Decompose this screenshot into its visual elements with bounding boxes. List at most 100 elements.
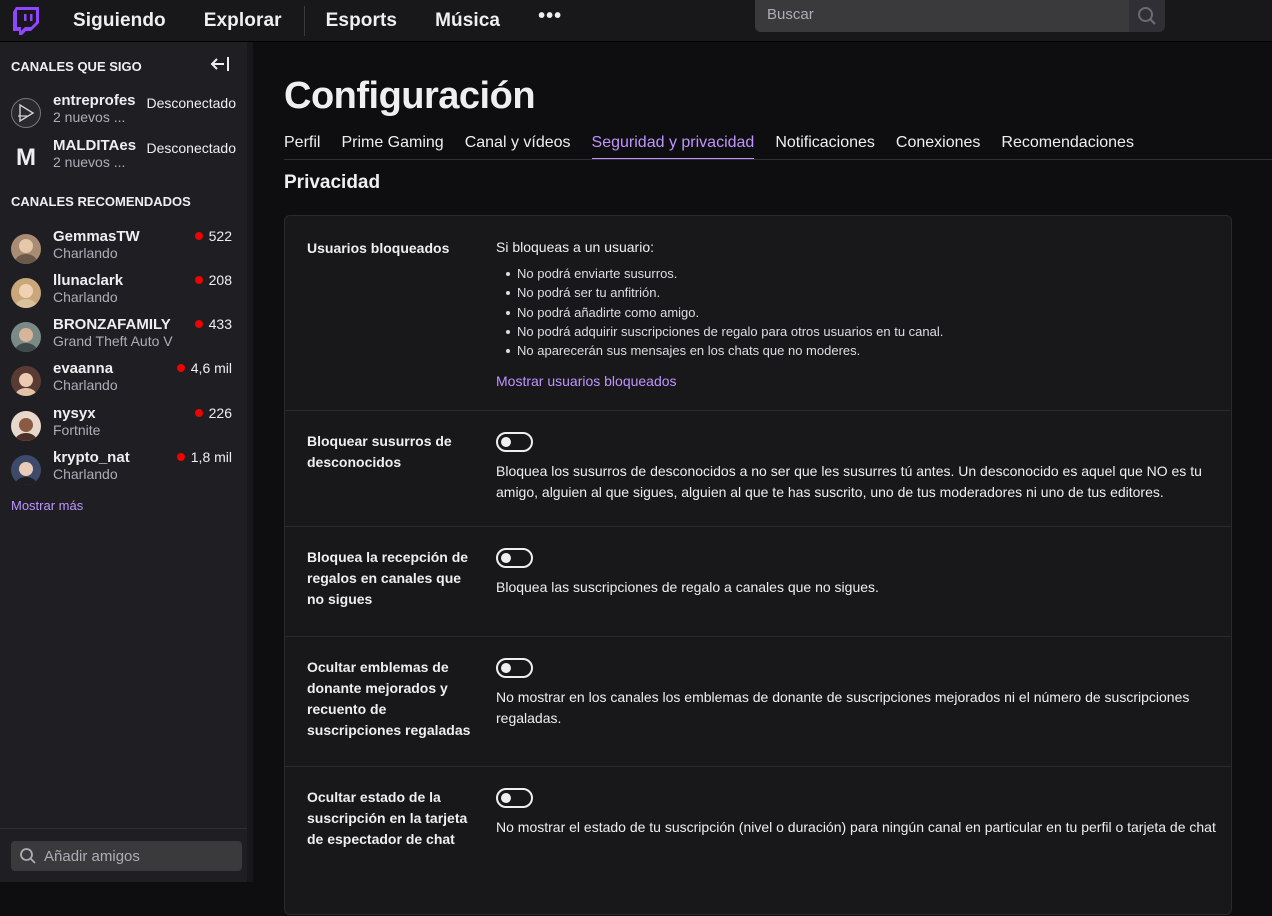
channel-status: Desconectado xyxy=(146,95,236,111)
tab-prime-gaming[interactable]: Prime Gaming xyxy=(341,134,443,160)
block-gifts-row: Bloquea la recepción de regalos en canal… xyxy=(285,527,1231,637)
setting-label: Usuarios bloqueados xyxy=(307,240,450,256)
search-button[interactable] xyxy=(1129,0,1165,32)
nav-divider xyxy=(303,5,305,36)
channel-game: Fortnite xyxy=(53,422,101,438)
setting-description: Bloquea las suscripciones de regalo a ca… xyxy=(496,579,879,595)
channel-game: Charlando xyxy=(53,289,118,305)
setting-label: Ocultar emblemas de donante mejorados y … xyxy=(307,659,471,738)
setting-description: Bloquea los susurros de desconocidos a n… xyxy=(496,463,1202,500)
tab-recommendations[interactable]: Recomendaciones xyxy=(1001,134,1134,160)
page-title: Configuración xyxy=(284,75,536,117)
channel-avatar: M xyxy=(11,143,41,173)
recommended-channel-item[interactable]: GemmasTW Charlando 522 xyxy=(0,226,247,270)
setting-content: Bloquea las suscripciones de regalo a ca… xyxy=(496,548,1216,598)
add-friends-input[interactable]: Añadir amigos xyxy=(11,841,242,871)
channel-avatar xyxy=(11,411,41,441)
settings-tabs: Perfil Prime Gaming Canal y vídeos Segur… xyxy=(284,134,1155,160)
channel-name: krypto_nat xyxy=(53,449,130,466)
viewer-count: 522 xyxy=(194,228,232,244)
collapse-sidebar-icon[interactable] xyxy=(210,56,230,77)
settings-main: Configuración Perfil Prime Gaming Canal … xyxy=(253,42,1272,915)
recommended-channel-item[interactable]: evaanna Charlando 4,6 mil xyxy=(0,358,247,402)
viewer-count: 433 xyxy=(194,316,232,332)
setting-content: Si bloqueas a un usuario: No podrá envia… xyxy=(496,237,1216,392)
channel-game: Grand Theft Auto V xyxy=(53,333,173,349)
channel-avatar xyxy=(11,366,41,396)
search-icon xyxy=(1138,7,1156,25)
channel-name: nysyx xyxy=(53,405,96,422)
live-indicator-icon xyxy=(194,232,203,240)
hide-sub-status-row: Ocultar estado de la suscripción en la t… xyxy=(285,767,1231,916)
more-menu-button[interactable]: ••• xyxy=(538,5,562,28)
channel-avatar xyxy=(11,234,41,264)
list-item: No podrá ser tu anfitrión. xyxy=(506,283,1216,302)
nav-music[interactable]: Música xyxy=(435,10,500,32)
blocked-intro: Si bloqueas a un usuario: xyxy=(496,239,654,255)
channel-avatar xyxy=(11,322,41,352)
live-indicator-icon xyxy=(176,453,185,461)
tab-connections[interactable]: Conexiones xyxy=(896,134,981,160)
hide-gifter-badges-toggle[interactable] xyxy=(496,658,533,678)
viewer-count: 4,6 mil xyxy=(176,360,232,376)
blocked-users-row: Usuarios bloqueados Si bloqueas a un usu… xyxy=(285,216,1231,411)
viewer-count: 226 xyxy=(194,405,232,421)
setting-content: Bloquea los susurros de desconocidos a n… xyxy=(496,432,1216,503)
channel-status: Desconectado xyxy=(146,140,236,156)
nav-esports[interactable]: Esports xyxy=(326,10,397,32)
recommended-channel-item[interactable]: nysyx Fortnite 226 xyxy=(0,403,247,447)
viewer-count: 1,8 mil xyxy=(176,449,232,465)
list-item: No podrá enviarte susurros. xyxy=(506,264,1216,283)
setting-label: Bloquear susurros de desconocidos xyxy=(307,433,452,470)
search-input[interactable]: Buscar xyxy=(755,0,1129,32)
channel-name: llunaclark xyxy=(53,272,124,289)
channel-name: GemmasTW xyxy=(53,228,140,245)
channel-name: BRONZAFAMILY xyxy=(53,316,171,333)
setting-content: No mostrar en los canales los emblemas d… xyxy=(496,658,1216,729)
recommended-channel-item[interactable]: BRONZAFAMILY Grand Theft Auto V 433 xyxy=(0,314,247,358)
channel-name: evaanna xyxy=(53,360,114,377)
setting-label: Bloquea la recepción de regalos en canal… xyxy=(307,549,469,607)
tab-channel-videos[interactable]: Canal y vídeos xyxy=(465,134,571,160)
block-gifts-toggle[interactable] xyxy=(496,548,533,568)
channel-name: entreprofes xyxy=(53,92,136,109)
setting-label: Ocultar estado de la suscripción en la t… xyxy=(307,789,468,847)
channel-subtitle: 2 nuevos ... xyxy=(53,109,126,125)
sidebar: CANALES QUE SIGO entreprofes 2 nuevos ..… xyxy=(0,42,252,882)
tab-security-privacy[interactable]: Seguridad y privacidad xyxy=(591,134,754,160)
channel-game: Charlando xyxy=(53,245,118,261)
recommended-channel-item[interactable]: krypto_nat Charlando 1,8 mil xyxy=(0,447,247,491)
block-whispers-row: Bloquear susurros de desconocidos Bloque… xyxy=(285,411,1231,527)
section-title: Privacidad xyxy=(284,172,381,193)
followed-channel-item[interactable]: entreprofes 2 nuevos ... Desconectado xyxy=(0,90,247,134)
list-item: No podrá adquirir suscripciones de regal… xyxy=(506,322,1216,341)
setting-description: No mostrar el estado de tu suscripción (… xyxy=(496,819,1216,835)
list-item: No podrá añadirte como amigo. xyxy=(506,303,1216,322)
channel-avatar xyxy=(11,455,41,485)
search-icon xyxy=(20,848,36,864)
twitch-logo-icon[interactable] xyxy=(12,6,40,36)
channel-game: Charlando xyxy=(53,466,118,482)
show-more-link[interactable]: Mostrar más xyxy=(11,498,83,513)
top-navigation: Siguiendo Explorar Esports Música ••• Bu… xyxy=(0,0,1272,42)
followed-channel-item[interactable]: M MALDITAes 2 nuevos ... Desconectado xyxy=(0,135,247,179)
hide-sub-status-toggle[interactable] xyxy=(496,788,533,808)
live-indicator-icon xyxy=(194,276,203,284)
show-blocked-users-link[interactable]: Mostrar usuarios bloqueados xyxy=(496,373,677,389)
tab-notifications[interactable]: Notificaciones xyxy=(775,134,875,160)
recommended-channel-item[interactable]: llunaclark Charlando 208 xyxy=(0,270,247,314)
hide-gifter-badges-row: Ocultar emblemas de donante mejorados y … xyxy=(285,637,1231,767)
blocked-consequences-list: No podrá enviarte susurros. No podrá ser… xyxy=(496,264,1216,360)
channel-name: MALDITAes xyxy=(53,137,137,154)
setting-description: No mostrar en los canales los emblemas d… xyxy=(496,689,1190,726)
nav-browse[interactable]: Explorar xyxy=(204,10,282,32)
channel-game: Charlando xyxy=(53,377,118,393)
setting-content: No mostrar el estado de tu suscripción (… xyxy=(496,788,1216,838)
channel-subtitle: 2 nuevos ... xyxy=(53,154,126,170)
nav-following[interactable]: Siguiendo xyxy=(73,10,166,32)
live-indicator-icon xyxy=(194,320,203,328)
block-whispers-toggle[interactable] xyxy=(496,432,533,452)
tab-profile[interactable]: Perfil xyxy=(284,134,320,160)
privacy-panel: Usuarios bloqueados Si bloqueas a un usu… xyxy=(284,215,1232,915)
viewer-count: 208 xyxy=(194,272,232,288)
